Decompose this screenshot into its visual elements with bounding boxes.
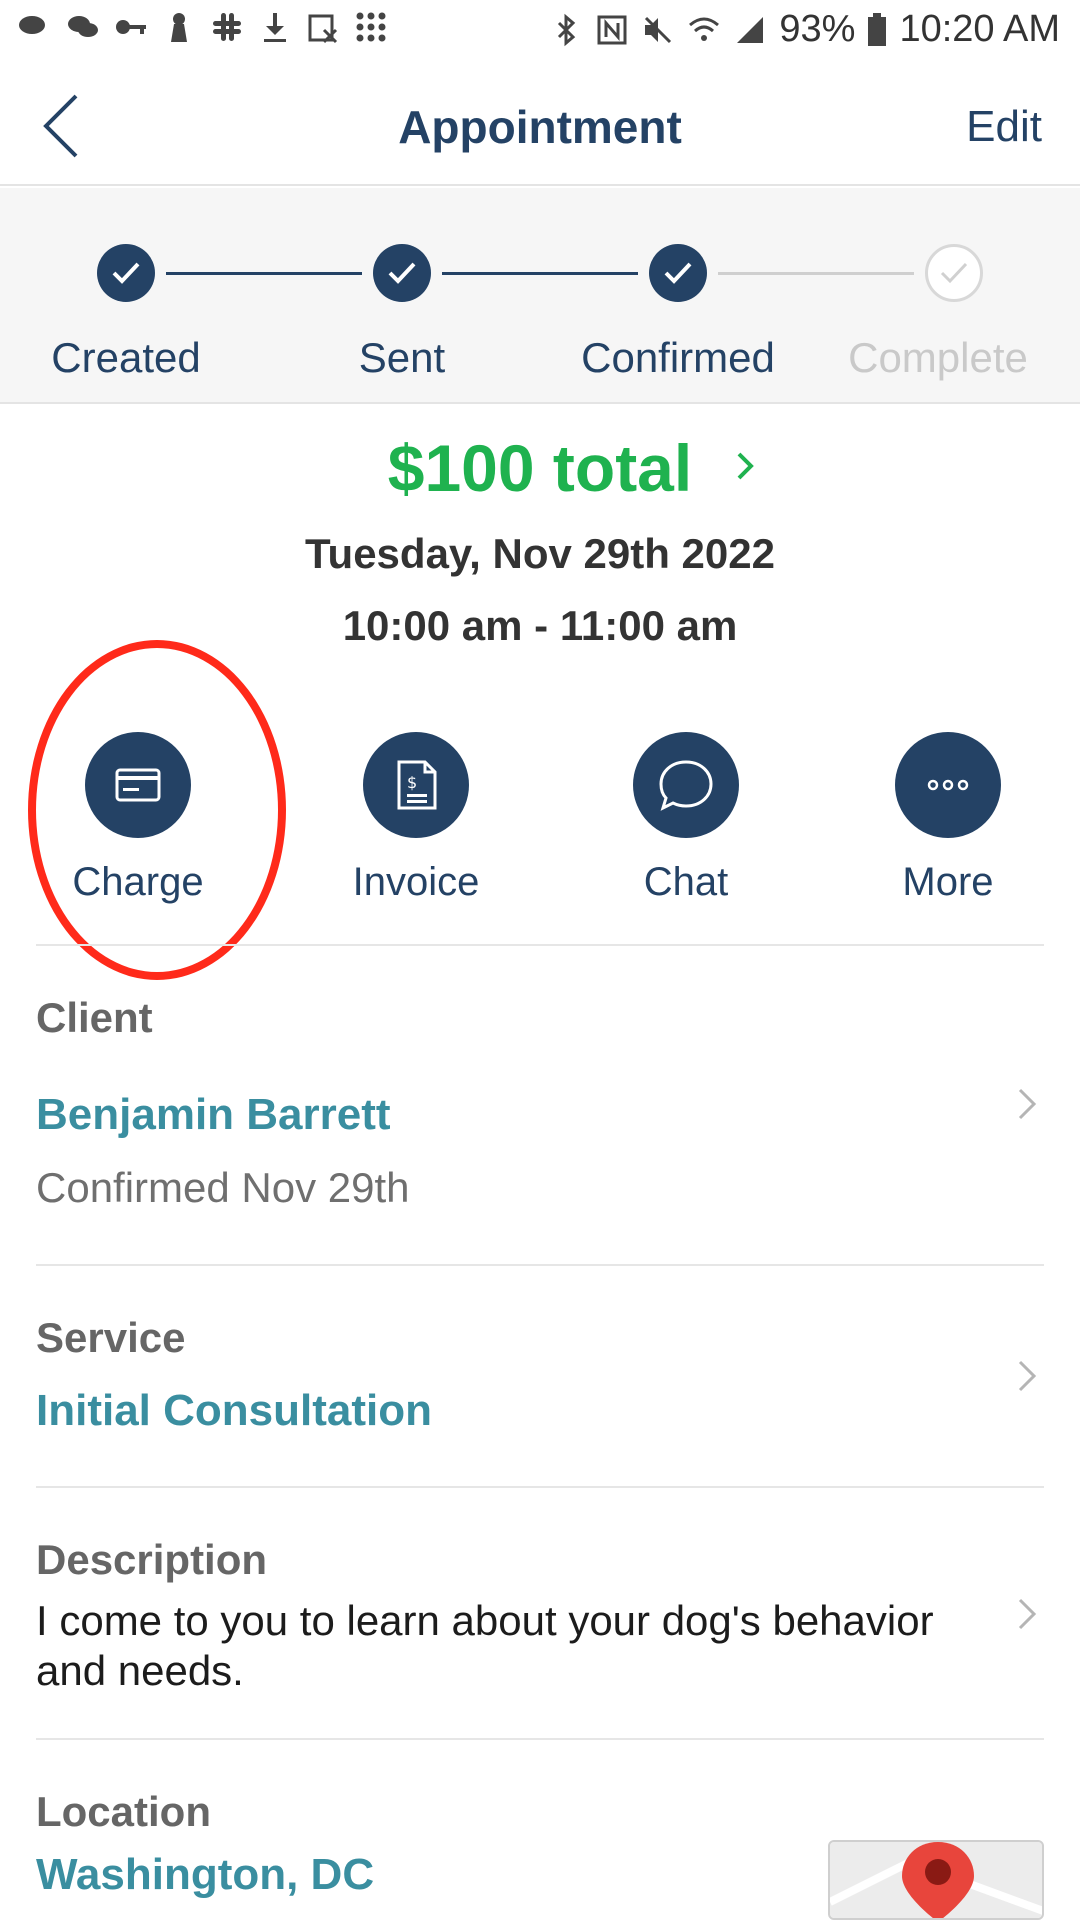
divider [36,944,1044,946]
bluetooth-icon [558,13,576,46]
key-icon [116,20,146,34]
client-status: Confirmed Nov 29th [36,1164,410,1211]
notification-icons [18,10,388,44]
appointment-time: 10:00 am - 11:00 am [342,602,738,649]
invoice-button[interactable]: $ Invoice [316,732,516,905]
client-chevron-right-icon[interactable] [1016,1086,1040,1122]
charge-label: Charge [72,860,204,904]
edit-button[interactable]: Edit [966,102,1042,152]
step-label-confirmed: Confirmed [581,334,775,381]
chat-bubbles-icon [19,16,45,34]
location-heading: Location [36,1788,211,1835]
messages-icon [68,16,98,37]
status-bar: 93% 10:20 AM [0,0,1080,64]
location-map-thumbnail[interactable] [828,1840,1044,1920]
wifi-icon [689,17,720,41]
keyhole-icon [171,13,187,42]
calendar-x-icon [308,14,338,44]
client-name-link[interactable]: Benjamin Barrett [36,1090,391,1140]
mute-icon [645,16,672,43]
more-button[interactable]: More [848,732,1048,905]
total-amount-link[interactable]: $100 total [0,430,1080,506]
battery-icon [868,12,887,46]
progress-connector [166,272,362,275]
invoice-label: Invoice [352,860,480,904]
card-icon [115,768,161,802]
service-name-link[interactable]: Initial Consultation [36,1386,432,1436]
description-heading: Description [36,1536,268,1583]
step-sent-check-icon [373,244,431,302]
divider [36,1486,1044,1488]
step-label-created: Created [51,334,201,381]
invoice-icon: $ [397,760,437,810]
app-grid-icon [356,12,386,42]
divider [36,1264,1044,1266]
step-complete-check-icon [925,244,983,302]
nfc-icon [597,15,627,44]
clock: 10:20 AM [899,8,1060,50]
divider [36,1738,1044,1740]
chevron-right-icon[interactable] [730,446,760,486]
download-icon [264,13,286,42]
chat-icon [659,760,713,811]
service-chevron-right-icon[interactable] [1016,1358,1040,1394]
svg-text:$: $ [407,773,417,792]
chat-button[interactable]: Chat [586,732,786,905]
slack-icon [213,13,241,41]
map-pin-icon [830,1842,1042,1918]
appointment-progress: Created Sent Confirmed Complete [0,188,1080,404]
location-value-link[interactable]: Washington, DC [36,1850,374,1900]
client-heading: Client [36,994,153,1041]
step-label-sent: Sent [358,334,446,381]
appointment-date: Tuesday, Nov 29th 2022 [305,530,775,577]
system-status: 93% 10:20 AM [549,8,1060,51]
progress-connector [718,272,914,275]
service-heading: Service [36,1314,186,1361]
page-title: Appointment [398,101,682,153]
more-label: More [902,860,994,904]
step-confirmed-check-icon [649,244,707,302]
progress-connector [442,272,638,275]
step-label-complete: Complete [848,334,1028,381]
description-text[interactable]: I come to you to learn about your dog's … [36,1596,996,1696]
app-header: Appointment Edit [0,64,1080,186]
step-created-check-icon [97,244,155,302]
description-chevron-right-icon[interactable] [1016,1596,1040,1632]
signal-icon [737,16,764,43]
charge-button[interactable]: Charge [38,732,238,905]
battery-percent: 93% [779,8,856,50]
chat-label: Chat [643,860,729,904]
more-icon [927,779,969,791]
